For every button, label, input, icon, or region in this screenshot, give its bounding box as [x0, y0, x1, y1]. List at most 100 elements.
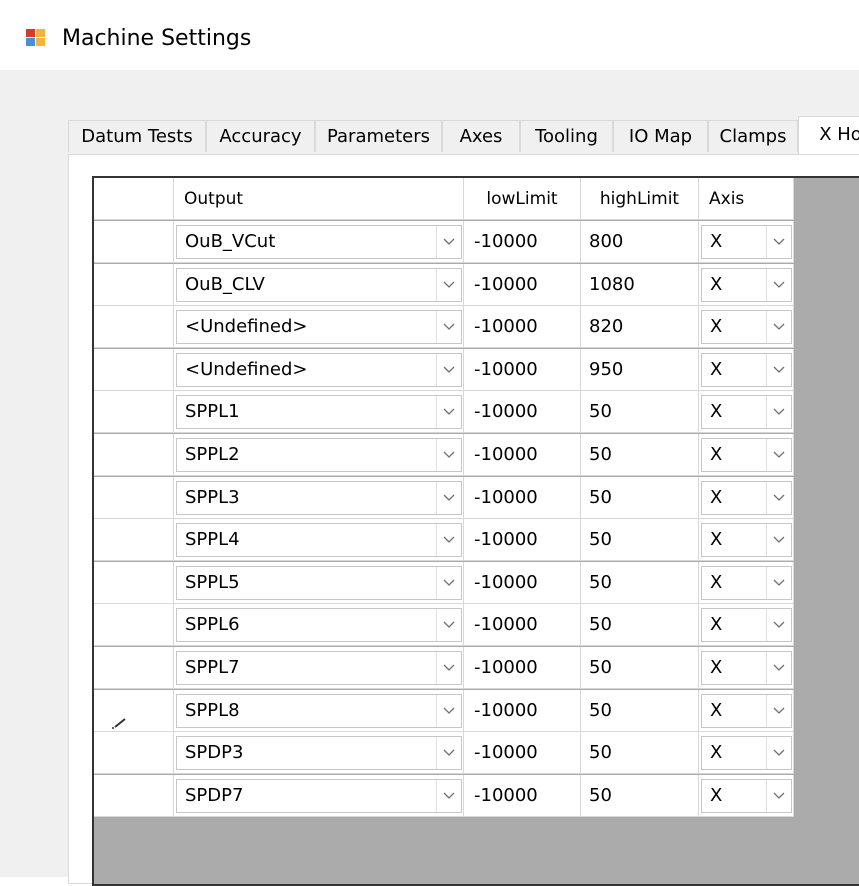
tab-x-hol[interactable]: X Hol — [798, 116, 859, 154]
lowlimit-cell[interactable]: -10000 — [464, 434, 581, 476]
axis-dropdown[interactable]: X — [701, 736, 792, 771]
axis-dropdown[interactable]: X — [701, 395, 792, 430]
axis-dropdown[interactable]: X — [701, 480, 792, 515]
tab-datum-tests[interactable]: Datum Tests — [68, 120, 206, 152]
output-dropdown[interactable]: OuB_VCut — [176, 225, 462, 259]
axis-dropdown[interactable]: X — [701, 651, 792, 685]
chevron-down-icon[interactable] — [766, 566, 791, 599]
lowlimit-cell[interactable]: -10000 — [464, 519, 581, 562]
output-dropdown[interactable]: SPPL1 — [176, 395, 462, 430]
row-header[interactable] — [94, 647, 174, 689]
tab-tooling[interactable]: Tooling — [520, 120, 613, 152]
lowlimit-cell[interactable]: -10000 — [464, 263, 581, 306]
row-header[interactable] — [94, 221, 174, 263]
lowlimit-cell[interactable]: -10000 — [464, 391, 581, 434]
lowlimit-cell[interactable]: -10000 — [464, 348, 581, 391]
row-header[interactable] — [94, 263, 174, 306]
chevron-down-icon[interactable] — [766, 311, 791, 344]
column-header-axis[interactable]: Axis — [699, 178, 794, 220]
row-header[interactable] — [94, 348, 174, 391]
tab-axes[interactable]: Axes — [442, 120, 520, 152]
lowlimit-cell[interactable]: -10000 — [464, 604, 581, 647]
lowlimit-cell[interactable]: -10000 — [464, 561, 581, 604]
highlimit-cell[interactable]: 50 — [581, 476, 699, 519]
highlimit-cell[interactable]: 50 — [581, 604, 699, 647]
chevron-down-icon[interactable] — [436, 524, 461, 557]
output-dropdown[interactable]: SPPL2 — [176, 438, 462, 472]
highlimit-cell[interactable]: 50 — [581, 519, 699, 562]
axis-dropdown[interactable]: X — [701, 778, 792, 813]
axis-dropdown[interactable]: X — [701, 352, 792, 387]
tab-clamps[interactable]: Clamps — [708, 120, 798, 152]
chevron-down-icon[interactable] — [766, 524, 791, 557]
row-header[interactable] — [94, 774, 174, 817]
axis-dropdown[interactable]: X — [701, 438, 792, 472]
row-header[interactable] — [94, 689, 174, 732]
row-header[interactable] — [94, 519, 174, 562]
output-dropdown[interactable]: SPPL3 — [176, 480, 462, 515]
chevron-down-icon[interactable] — [766, 694, 791, 727]
lowlimit-cell[interactable]: -10000 — [464, 647, 581, 689]
chevron-down-icon[interactable] — [436, 566, 461, 599]
highlimit-cell[interactable]: 950 — [581, 348, 699, 391]
row-header[interactable] — [94, 561, 174, 604]
output-dropdown[interactable]: OuB_CLV — [176, 267, 462, 302]
row-header[interactable] — [94, 434, 174, 476]
chevron-down-icon[interactable] — [766, 226, 791, 258]
output-dropdown[interactable]: SPPL7 — [176, 651, 462, 685]
lowlimit-cell[interactable]: -10000 — [464, 732, 581, 775]
axis-dropdown[interactable]: X — [701, 693, 792, 728]
chevron-down-icon[interactable] — [766, 439, 791, 471]
output-dropdown[interactable]: <Undefined> — [176, 352, 462, 387]
output-dropdown[interactable]: SPPL5 — [176, 565, 462, 600]
axis-dropdown[interactable]: X — [701, 310, 792, 345]
highlimit-cell[interactable]: 50 — [581, 647, 699, 689]
chevron-down-icon[interactable] — [436, 694, 461, 727]
highlimit-cell[interactable]: 50 — [581, 561, 699, 604]
lowlimit-cell[interactable]: -10000 — [464, 476, 581, 519]
chevron-down-icon[interactable] — [436, 652, 461, 684]
chevron-down-icon[interactable] — [436, 737, 461, 770]
axis-dropdown[interactable]: X — [701, 523, 792, 558]
highlimit-cell[interactable]: 50 — [581, 732, 699, 775]
tab-io-map[interactable]: IO Map — [613, 120, 708, 152]
output-dropdown[interactable]: SPDP3 — [176, 736, 462, 771]
chevron-down-icon[interactable] — [766, 652, 791, 684]
chevron-down-icon[interactable] — [766, 609, 791, 642]
chevron-down-icon[interactable] — [436, 779, 461, 812]
tab-accuracy[interactable]: Accuracy — [206, 120, 315, 152]
chevron-down-icon[interactable] — [766, 353, 791, 386]
chevron-down-icon[interactable] — [766, 779, 791, 812]
lowlimit-cell[interactable]: -10000 — [464, 306, 581, 349]
chevron-down-icon[interactable] — [766, 396, 791, 429]
chevron-down-icon[interactable] — [436, 481, 461, 514]
chevron-down-icon[interactable] — [766, 481, 791, 514]
row-header[interactable] — [94, 476, 174, 519]
axis-dropdown[interactable]: X — [701, 225, 792, 259]
row-header[interactable] — [94, 391, 174, 434]
chevron-down-icon[interactable] — [436, 396, 461, 429]
chevron-down-icon[interactable] — [766, 268, 791, 301]
lowlimit-cell[interactable]: -10000 — [464, 221, 581, 263]
chevron-down-icon[interactable] — [436, 268, 461, 301]
axis-dropdown[interactable]: X — [701, 267, 792, 302]
highlimit-cell[interactable]: 50 — [581, 434, 699, 476]
row-header[interactable] — [94, 306, 174, 349]
output-dropdown[interactable]: SPPL8 — [176, 693, 462, 728]
highlimit-cell[interactable]: 50 — [581, 774, 699, 817]
column-header-lowlimit[interactable]: lowLimit — [464, 178, 581, 220]
chevron-down-icon[interactable] — [436, 226, 461, 258]
axis-dropdown[interactable]: X — [701, 608, 792, 643]
chevron-down-icon[interactable] — [436, 609, 461, 642]
output-dropdown[interactable]: SPDP7 — [176, 778, 462, 813]
axis-dropdown[interactable]: X — [701, 565, 792, 600]
lowlimit-cell[interactable]: -10000 — [464, 774, 581, 817]
highlimit-cell[interactable]: 50 — [581, 689, 699, 732]
chevron-down-icon[interactable] — [766, 737, 791, 770]
output-dropdown[interactable]: SPPL4 — [176, 523, 462, 558]
highlimit-cell[interactable]: 820 — [581, 306, 699, 349]
chevron-down-icon[interactable] — [436, 439, 461, 471]
column-header-output[interactable]: Output — [174, 178, 464, 220]
highlimit-cell[interactable]: 800 — [581, 221, 699, 263]
chevron-down-icon[interactable] — [436, 353, 461, 386]
